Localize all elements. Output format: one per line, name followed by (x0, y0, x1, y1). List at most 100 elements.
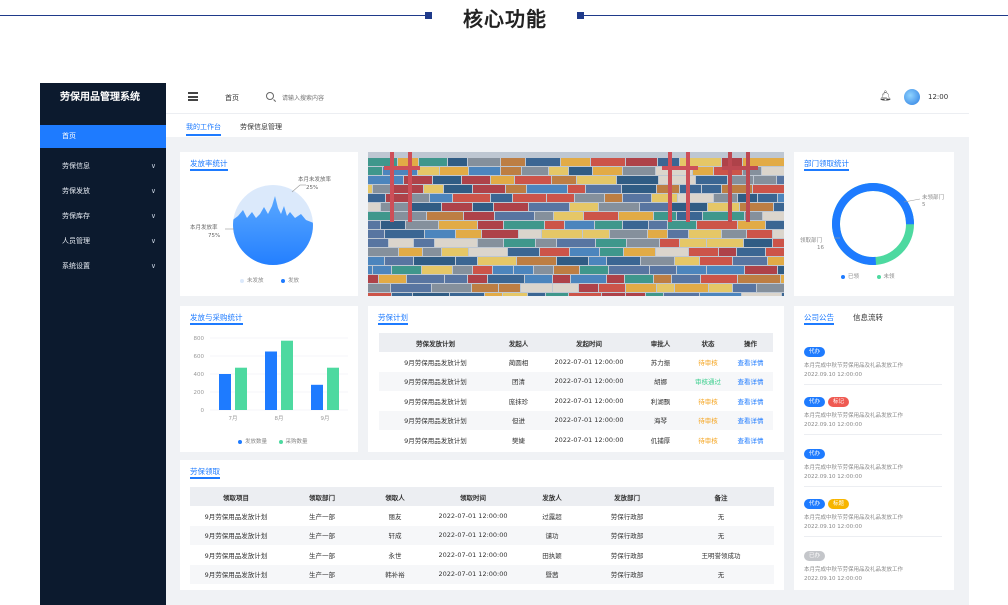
divider (804, 384, 942, 385)
list-item[interactable]: 代办 标记 本月完成中秋节劳保用品及礼品发放工作 2022.09.10 12:00:0… (804, 388, 942, 435)
view-details-link[interactable]: 查看详情 (728, 430, 773, 450)
table-cell: 无 (668, 525, 774, 545)
search-input[interactable] (282, 91, 402, 105)
label-picked-value: 16 (817, 245, 824, 251)
tab-workbench[interactable]: 我的工作台 (186, 122, 221, 136)
table-cell: 丽友 (388, 512, 402, 521)
table-cell: 永世 (388, 551, 402, 560)
list-item[interactable]: 代办 本月完成中秋节劳保用品及礼品发放工作 2022.09.10 12:00:00 (804, 440, 942, 487)
column-header: 领取时间 (428, 487, 518, 506)
topbar: 首页 🔔︎ 12:00 (166, 83, 969, 113)
notice-badges: 代办 (804, 440, 942, 459)
sidebar-item-5[interactable]: 系统设置 ∨ (40, 254, 166, 279)
table-cell: 庞抹珍 (508, 397, 529, 406)
view-details-link[interactable]: 查看详情 (728, 410, 773, 430)
table-cell: 蔺圆相 (508, 358, 529, 367)
table-cell: 9月劳保用品发放计划 (404, 397, 467, 406)
legend-dot-purchase-qty (278, 439, 283, 444)
status-badge: 待审核 (698, 397, 718, 406)
sidebar-item-3[interactable]: 劳保库存 ∨ (40, 204, 166, 229)
page: 核心功能 劳保用品管理系统 首页 劳保信息 ∨ 劳保发放 ∨ 劳保库存 ∨ 人员管理 ∨ 系统设置… (0, 0, 1008, 605)
sidebar-nav: 首页劳保信息 ∨ 劳保发放 ∨ 劳保库存 ∨ 人员管理 ∨ 系统设置 ∨ (40, 125, 166, 279)
label-unissued: 本月未发放率 25% (298, 176, 331, 192)
avatar[interactable] (904, 89, 920, 105)
label-picked: 领取部门 16 (800, 238, 824, 252)
table-cell: 2022-07-01 12:00:00 (428, 564, 518, 584)
table-row: 9月劳保用品发放计划 樊婕 2022-07-01 12:00:00 仉捕厚 待审核 查看详… (379, 430, 773, 450)
status-badge: 代办 (804, 449, 826, 459)
breadcrumb-home[interactable]: 首页 (225, 93, 239, 103)
tab-info-management[interactable]: 劳保信息管理 (240, 122, 282, 132)
column-header: 领取人 (362, 487, 428, 506)
y-tick-label: 400 (194, 372, 205, 378)
status-badge: 标记 (828, 397, 850, 407)
legend-picked: 已领 (848, 274, 860, 280)
list-item[interactable]: 代办 标题 本月完成中秋节劳保用品及礼品发放工作 2022.09.10 12:00:0… (804, 490, 942, 537)
notice-text: 本月完成中秋节劳保用品及礼品发放工作 (804, 363, 904, 369)
sidebar-item-1[interactable]: 劳保信息 ∨ (40, 154, 166, 179)
issue-purchase-card: 发放与采购统计 0 200 400 600 800 7月 8月 9月 发放数量 采购数量 (180, 306, 358, 452)
table-row: 9月劳保用品发放计划 蔺圆相 2022-07-01 12:00:00 苏力振 待审核 查看… (379, 352, 773, 372)
column-header: 操作 (728, 333, 773, 352)
legend-dot-issued-qty (238, 439, 242, 444)
notices-tab-flow[interactable]: 信息流转 (853, 312, 883, 323)
legend-unpicked: 未领 (883, 274, 895, 280)
chevron-down-icon: ∨ (150, 212, 156, 220)
sidebar-item-2[interactable]: 劳保发放 ∨ (40, 179, 166, 204)
divider (804, 434, 942, 435)
column-header: 领取部门 (282, 487, 362, 506)
notices-tab-active[interactable]: 公司公告 (804, 312, 834, 325)
bell-icon[interactable]: 🔔︎ (879, 91, 892, 102)
status-badge: 代办 (804, 499, 826, 509)
status-badge: 已办 (804, 551, 826, 561)
table-cell: 仉捕厚 (650, 436, 671, 445)
pickup-table-header: 领取项目 领取部门 领取人 领取时间 发放人 发放部门 备注 (190, 487, 774, 506)
view-details-link[interactable]: 查看详情 (728, 391, 773, 411)
notice-date: 2022.09.10 12:00:00 (804, 576, 862, 582)
table-cell: 2022-07-01 12:00:00 (554, 357, 624, 366)
menu-icon[interactable] (188, 92, 198, 101)
table-cell: 9月劳保用品发放计划 (379, 371, 492, 391)
table-cell: 韩补裕 (362, 564, 428, 584)
column-header: 状态 (688, 333, 728, 352)
table-cell: 但进 (492, 410, 545, 430)
table-cell: 团清 (492, 371, 545, 391)
column-header: 审批人 (633, 333, 688, 352)
column-header: 领取项目 (190, 487, 282, 506)
y-tick-label: 800 (194, 336, 205, 342)
table-row: 9月劳保用品发放计划 团清 2022-07-01 12:00:00 胡娜 审核通过 查看详… (379, 371, 773, 391)
view-details-link[interactable]: 查看详情 (728, 371, 773, 391)
status-badge: 审核通过 (688, 371, 728, 391)
table-cell: 苏力振 (650, 358, 671, 367)
column-header: 发放部门 (586, 487, 668, 506)
list-item[interactable]: 已办本月完成中秋节劳保用品及礼品发放工作 2022.09.10 12:00:00 (804, 542, 942, 582)
table-cell: 9月劳保用品发放计划 (204, 551, 268, 560)
table-cell: 2022-07-01 12:00:00 (438, 511, 508, 520)
status-badge: 代办 (804, 397, 826, 407)
column-header: 发起人 (492, 333, 545, 352)
dept-pickup-legend: 已领 未领 (841, 272, 895, 280)
sidebar-item-4[interactable]: 人员管理 ∨ (40, 229, 166, 254)
table-cell: 9月劳保用品发放计划 (190, 564, 282, 584)
table-row: 9月劳保用品发放计划 但进 2022-07-01 12:00:00 海琴 待审核 查看详情 (379, 410, 773, 430)
table-cell: 9月劳保用品发放计划 (204, 512, 268, 521)
chevron-down-icon: ∨ (150, 237, 156, 245)
bar-issued-2 (311, 384, 323, 410)
y-tick-label: 600 (194, 354, 205, 360)
heading-line-left (0, 15, 425, 16)
notice-text: 本月完成中秋节劳保用品及礼品发放工作 (804, 567, 904, 573)
list-item[interactable]: 代办 本月完成中秋节劳保用品及礼品发放工作 2022.09.10 12:00:00 (804, 338, 942, 385)
notice-text: 本月完成中秋节劳保用品及礼品发放工作 (804, 413, 904, 419)
table-cell: 2022-07-01 12:00:00 (438, 550, 508, 559)
view-details-link[interactable]: 查看详情 (728, 352, 773, 372)
notice-text: 本月完成中秋节劳保用品及礼品发放工作 (804, 515, 904, 521)
app-brand: 劳保用品管理系统 (60, 92, 140, 103)
x-tick-label: 7月 (229, 415, 238, 422)
sidebar-item-0[interactable]: 首页 (40, 125, 166, 148)
label-unpicked-value: 5 (922, 202, 926, 208)
search-icon[interactable] (266, 92, 274, 100)
status-badge: 待审核 (698, 436, 718, 445)
table-cell: 生产一部 (282, 525, 362, 545)
table-cell: 9月劳保用品发放计划 (379, 410, 492, 430)
legend-dot-issued (281, 278, 286, 283)
